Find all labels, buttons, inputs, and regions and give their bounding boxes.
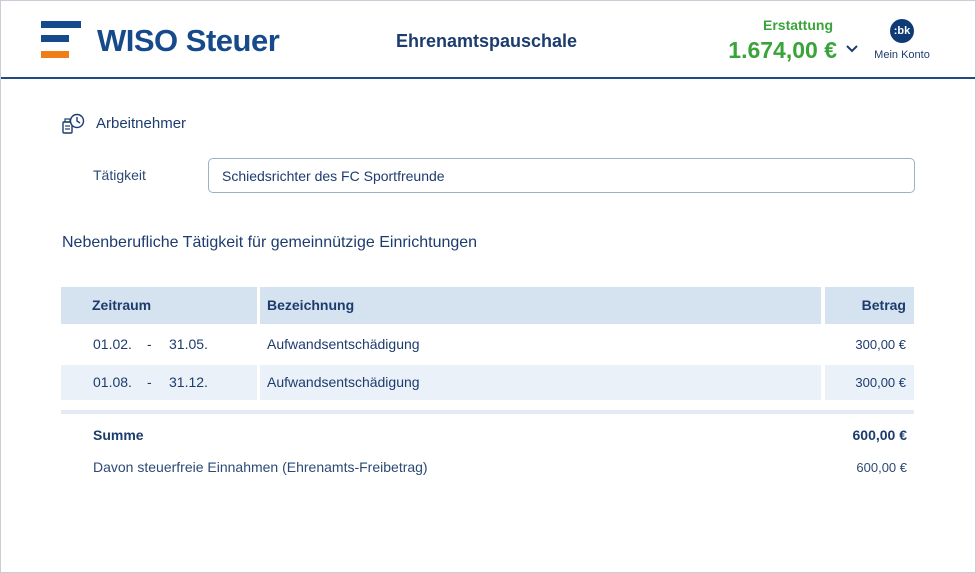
period-cell: 01.08. - 31.12. [61, 365, 257, 400]
refund-summary[interactable]: Erstattung 1.674,00 € [717, 17, 837, 64]
account-menu[interactable]: :bk Mein Konto [867, 19, 937, 61]
taetigkeit-input[interactable] [208, 158, 915, 193]
avatar: :bk [890, 19, 914, 43]
period-from: 01.08. [93, 374, 132, 390]
app-window: WISO Steuer Ehrenamtspauschale Erstattun… [0, 0, 976, 573]
section-subheading: Nebenberufliche Tätigkeit für gemeinnütz… [62, 234, 478, 251]
description-cell: Aufwandsentschädigung [260, 365, 821, 400]
income-table: Zeitraum Bezeichnung Betrag 01.02. - 31.… [61, 287, 914, 400]
account-label: Mein Konto [874, 49, 930, 61]
table-divider [61, 410, 914, 414]
amount-cell: 300,00 € [825, 365, 914, 400]
table-header: Zeitraum Bezeichnung Betrag [61, 287, 914, 324]
sum-value: 600,00 € [852, 427, 908, 443]
refund-amount: 1.674,00 € [728, 37, 837, 63]
period-separator: - [147, 374, 152, 390]
table-row[interactable]: 01.08. - 31.12. Aufwandsentschädigung 30… [61, 365, 914, 400]
column-header-zeitraum[interactable]: Zeitraum [61, 287, 257, 324]
period-to: 31.12. [169, 374, 208, 390]
logo-text: WISO Steuer [97, 23, 280, 58]
tax-free-value: 600,00 € [856, 460, 907, 475]
description-cell: Aufwandsentschädigung [267, 336, 420, 352]
wiso-logo[interactable]: WISO Steuer [41, 21, 281, 61]
period-from: 01.02. [93, 336, 132, 352]
period-to: 31.05. [169, 336, 208, 352]
employee-clock-icon [61, 113, 85, 135]
wiso-logo-mark-icon [41, 21, 86, 61]
period-separator: - [147, 336, 152, 352]
column-header-bezeichnung[interactable]: Bezeichnung [260, 287, 821, 324]
page-title: Ehrenamtspauschale [396, 31, 578, 51]
period-cell: 01.02. - 31.05. [61, 327, 257, 362]
taetigkeit-label: Tätigkeit [93, 167, 146, 183]
app-header: WISO Steuer Ehrenamtspauschale Erstattun… [1, 1, 975, 79]
amount-cell: 300,00 € [855, 337, 906, 352]
refund-label: Erstattung [763, 17, 833, 33]
table-row[interactable]: 01.02. - 31.05. Aufwandsentschädigung 30… [61, 327, 914, 362]
tax-free-label: Davon steuerfreie Einnahmen (Ehrenamts-F… [93, 459, 428, 475]
column-header-betrag[interactable]: Betrag [825, 287, 914, 324]
chevron-down-icon[interactable] [844, 41, 860, 57]
section-title: Arbeitnehmer [96, 115, 187, 132]
sum-label: Summe [93, 427, 144, 443]
